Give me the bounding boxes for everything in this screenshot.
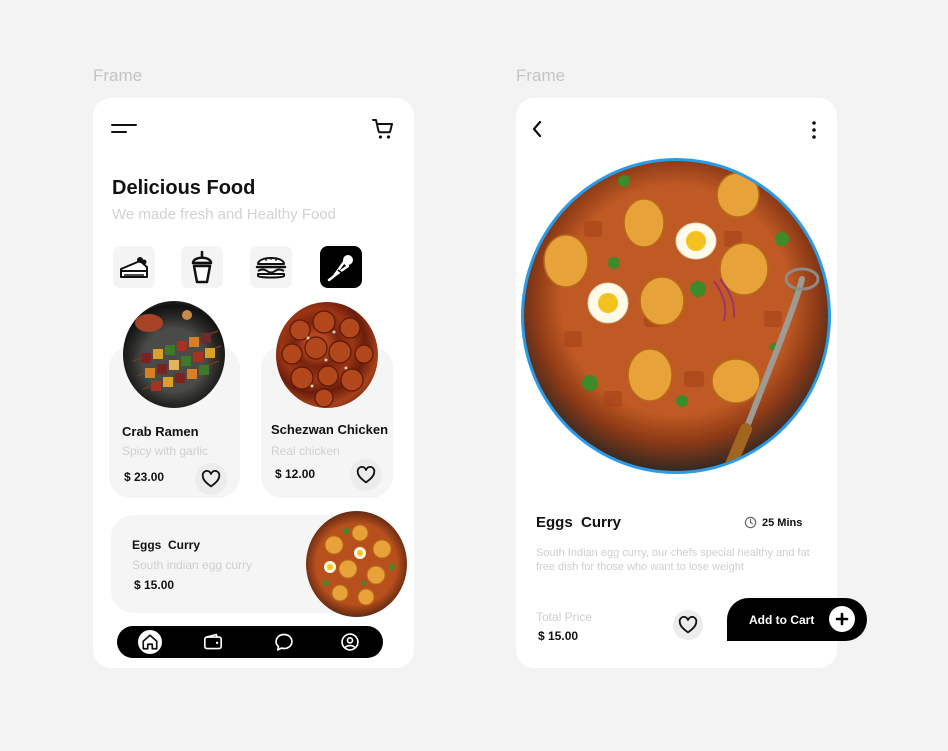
cart-icon[interactable]: [371, 117, 395, 141]
detail-screen: Eggs Curry 25 Mins South Indian egg curr…: [516, 98, 867, 668]
add-to-cart-button[interactable]: Add to Cart: [727, 598, 867, 641]
frame-label: Frame: [93, 66, 143, 85]
chat-icon: [275, 633, 293, 651]
nav-wallet[interactable]: [201, 630, 225, 654]
food-description: Spicy with garlic: [122, 444, 209, 458]
menu-icon[interactable]: [111, 124, 139, 136]
back-arrow-icon[interactable]: [530, 119, 544, 139]
cake-icon: [120, 257, 148, 278]
prep-time-value: 25 Mins: [762, 516, 803, 529]
burger-icon: [255, 257, 287, 279]
food-description: Real chicken: [271, 444, 340, 458]
prep-time: 25 Mins: [744, 516, 802, 529]
category-cake[interactable]: [113, 246, 155, 288]
heart-icon: [201, 470, 221, 488]
more-vertical-icon[interactable]: [810, 120, 818, 140]
plus-icon: [829, 606, 855, 632]
favorite-button[interactable]: [673, 610, 703, 640]
page-title: Delicious Food: [112, 177, 256, 199]
page-subtitle: We made fresh and Healthy Food: [112, 206, 337, 223]
total-price-label: Total Price: [536, 610, 593, 624]
drink-cup-icon: [191, 250, 213, 284]
bottom-navigation: [117, 626, 383, 658]
food-price: $ 15.00: [134, 578, 175, 592]
home-icon: [142, 634, 158, 650]
total-price-value: $ 15.00: [538, 629, 579, 643]
ice-cream-icon: [327, 255, 353, 282]
category-burger[interactable]: [250, 246, 292, 288]
nav-profile[interactable]: [338, 630, 362, 654]
heart-icon: [356, 466, 376, 484]
home-screen: Delicious Food We made fresh and Healthy…: [93, 98, 414, 668]
profile-icon: [341, 633, 359, 651]
favorite-button[interactable]: [195, 463, 227, 495]
eggs-curry-hero-image: [521, 158, 831, 474]
nav-home[interactable]: [138, 630, 162, 654]
schezwan-chicken-image: [276, 302, 378, 408]
eggs-curry-thumb: [306, 511, 407, 617]
add-to-cart-label: Add to Cart: [749, 612, 815, 627]
food-price: $ 23.00: [124, 470, 165, 484]
food-name: Schezwan Chicken: [271, 422, 389, 437]
dish-description: South Indian egg curry, our chefs specia…: [536, 547, 810, 573]
food-name: Eggs Curry: [132, 538, 201, 552]
crab-ramen-image: [123, 301, 225, 408]
category-drinks[interactable]: [181, 246, 223, 288]
heart-icon: [678, 616, 698, 634]
nav-chat[interactable]: [272, 630, 296, 654]
category-ice-cream[interactable]: [320, 246, 362, 288]
food-price: $ 12.00: [275, 467, 316, 481]
dish-title: Eggs Curry: [536, 514, 622, 531]
food-description: South indian egg curry: [132, 558, 253, 572]
food-name: Crab Ramen: [122, 424, 199, 439]
wallet-icon: [204, 633, 222, 650]
clock-icon: [744, 516, 757, 529]
favorite-button[interactable]: [350, 459, 382, 491]
frame-label: Frame: [516, 66, 566, 85]
